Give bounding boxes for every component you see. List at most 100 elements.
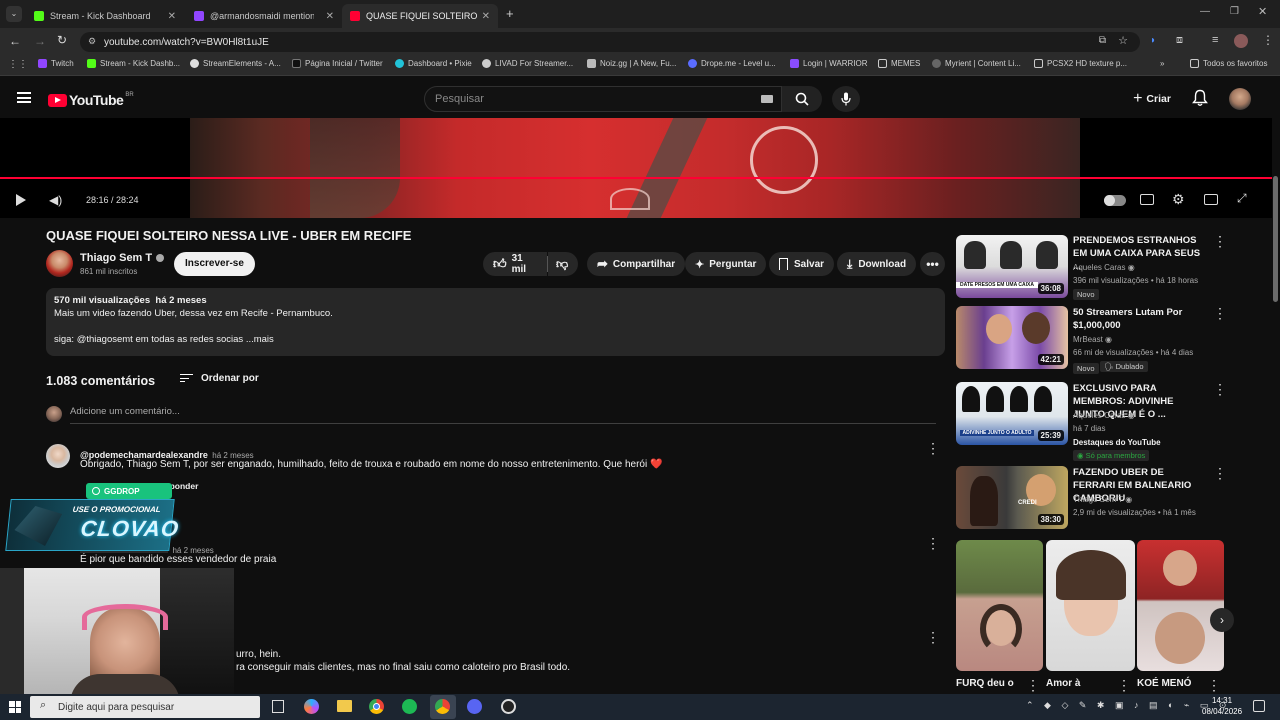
keyboard-icon[interactable] — [761, 95, 773, 103]
description-box[interactable]: 570 mil visualizações há 2 meses Mais um… — [46, 288, 945, 356]
channel-name[interactable]: Thiago Sem T — [80, 252, 165, 264]
install-icon[interactable]: ⧉ — [1099, 35, 1106, 46]
channel-avatar[interactable] — [46, 250, 73, 277]
comment-avatar[interactable] — [46, 444, 70, 468]
scrollbar-thumb[interactable] — [1273, 176, 1278, 302]
chrome-active-icon[interactable] — [430, 695, 456, 719]
short-thumbnail[interactable] — [1046, 540, 1135, 671]
related-thumbnail[interactable]: CREDI 38:30 — [956, 466, 1068, 529]
close-icon[interactable]: ✕ — [482, 11, 490, 22]
clock-time[interactable]: 14:31 — [1212, 696, 1232, 705]
clock-date[interactable]: 08/04/2026 — [1202, 707, 1242, 716]
reading-list-icon[interactable]: ≡ — [1212, 34, 1218, 46]
new-tab-button[interactable]: + — [506, 6, 514, 21]
short-menu-icon[interactable]: ⋮ — [1207, 678, 1221, 692]
related-thumbnail[interactable]: DATE PRESOS EM UMA CAIXA 36:08 — [956, 235, 1068, 298]
related-title[interactable]: 50 Streamers Lutam Por $1,000,000 — [1073, 306, 1208, 332]
save-button[interactable]: Salvar — [769, 252, 835, 276]
short-title[interactable]: KOÉ MENÓ — [1137, 678, 1191, 689]
related-channel[interactable]: Thiago Sem T ◉ — [1073, 495, 1132, 504]
file-explorer-icon[interactable] — [337, 700, 352, 712]
tab-twitch-mention[interactable]: @armandosmaidi mentione ✕ — [186, 4, 342, 28]
bookmark-twitch[interactable]: Twitch — [38, 59, 74, 68]
related-menu-icon[interactable]: ⋮ — [1213, 234, 1227, 248]
chrome-icon[interactable] — [369, 699, 384, 714]
discord-icon[interactable] — [467, 699, 482, 714]
create-button[interactable]: + Criar — [1126, 86, 1178, 112]
search-button[interactable] — [782, 86, 822, 112]
short-thumbnail[interactable] — [1137, 540, 1224, 671]
related-menu-icon[interactable]: ⋮ — [1213, 382, 1227, 396]
bookmark-twitter[interactable]: Página Inicial / Twitter — [292, 59, 383, 68]
bookmark-memes-folder[interactable]: MEMES — [878, 59, 920, 68]
task-view-icon[interactable] — [272, 700, 284, 713]
play-icon[interactable] — [16, 194, 26, 206]
account-avatar[interactable] — [1229, 88, 1251, 110]
subtitles-icon[interactable] — [1140, 194, 1154, 205]
related-channel[interactable]: MrBeast ◉ — [1073, 335, 1112, 344]
add-comment-input[interactable]: Adicione um comentário... — [70, 406, 936, 424]
copilot-icon[interactable] — [304, 699, 319, 714]
notifications-bell-icon[interactable] — [1192, 89, 1208, 112]
bookmark-livad[interactable]: LIVAD For Streamer... — [482, 59, 573, 68]
related-thumbnail[interactable]: 42:21 — [956, 306, 1068, 369]
related-thumbnail[interactable]: ADIVINHE JUNTO O ADULTO 25:39 — [956, 382, 1068, 445]
short-menu-icon[interactable]: ⋮ — [1117, 678, 1131, 692]
related-menu-icon[interactable]: ⋮ — [1213, 466, 1227, 480]
comment-menu-icon[interactable]: ⋮ — [926, 441, 940, 455]
spotify-icon[interactable] — [402, 699, 417, 714]
volume-icon[interactable]: ◀) — [49, 193, 62, 207]
bookmark-warrior[interactable]: Login | WARRIOR — [790, 59, 867, 68]
youtube-logo[interactable]: YouTube BR — [48, 92, 134, 108]
restore-icon[interactable]: ❐ — [1230, 6, 1239, 17]
autoplay-toggle[interactable] — [1104, 195, 1126, 206]
page-scrollbar[interactable] — [1272, 118, 1280, 694]
bookmark-pixie[interactable]: Dashboard • Pixie — [395, 59, 472, 68]
comment-menu-icon[interactable]: ⋮ — [926, 536, 940, 550]
bookmark-myrient[interactable]: Myrient | Content Li... — [932, 59, 1021, 68]
bookmark-drope[interactable]: Drope.me - Level u... — [688, 59, 776, 68]
short-thumbnail[interactable] — [956, 540, 1043, 671]
obs-icon[interactable] — [501, 699, 516, 714]
related-channel[interactable]: Aqueles Caras ◉ — [1073, 263, 1135, 272]
tab-youtube-video[interactable]: QUASE FIQUEI SOLTEIRO NESSA ✕ — [342, 4, 498, 28]
bookmark-streamelements[interactable]: StreamElements - A... — [190, 59, 281, 68]
voice-search-button[interactable] — [832, 86, 860, 112]
notifications-icon[interactable] — [1253, 700, 1265, 712]
related-menu-icon[interactable]: ⋮ — [1213, 306, 1227, 320]
extension-icon[interactable]: ◗ — [1150, 35, 1162, 47]
sort-comments-button[interactable]: Ordenar por — [180, 373, 259, 384]
close-icon[interactable]: ✕ — [168, 11, 176, 22]
puzzle-icon[interactable]: ⧈ — [1176, 34, 1183, 47]
short-title[interactable]: FURQ deu o — [956, 678, 1014, 689]
short-menu-icon[interactable]: ⋮ — [1026, 678, 1040, 692]
comment-menu-icon[interactable]: ⋮ — [926, 630, 940, 644]
back-icon[interactable]: ← — [9, 34, 21, 48]
progress-bar[interactable] — [0, 177, 1280, 179]
shorts-next-button[interactable]: › — [1210, 608, 1234, 632]
window-close-icon[interactable]: ✕ — [1258, 5, 1267, 18]
hamburger-menu-icon[interactable] — [17, 92, 31, 103]
dislike-button[interactable]: 👎︎ — [548, 252, 578, 276]
like-button[interactable]: 👍︎ 31 mil — [483, 252, 547, 276]
minimize-icon[interactable]: — — [1200, 6, 1210, 17]
more-actions-button[interactable]: ••• — [920, 252, 945, 276]
subscribe-button[interactable]: Inscrever-se — [174, 252, 255, 276]
reload-icon[interactable]: ↻ — [57, 33, 67, 47]
close-icon[interactable]: ✕ — [326, 11, 334, 22]
tab-search-button[interactable]: ⌄ — [6, 6, 22, 22]
search-input[interactable]: Pesquisar — [424, 86, 782, 112]
browser-menu-icon[interactable]: ⋮ — [1262, 33, 1274, 47]
bookmark-kick[interactable]: Stream - Kick Dashb... — [87, 59, 180, 68]
site-info-icon[interactable]: ⚙ — [88, 36, 96, 47]
address-bar[interactable]: ⚙ youtube.com/watch?v=BW0Hl8t1uJE ⧉ ☆ — [80, 32, 1140, 52]
more-bookmarks-icon[interactable]: » — [1160, 59, 1164, 68]
miniplayer-icon[interactable] — [1204, 194, 1218, 205]
bookmark-pcsx2-folder[interactable]: PCSX2 HD texture p... — [1034, 59, 1127, 68]
related-channel[interactable]: Aqueles Caras ◉ — [1073, 411, 1135, 420]
windows-start-icon[interactable] — [9, 701, 21, 713]
settings-gear-icon[interactable]: ⚙ — [1172, 191, 1185, 208]
fullscreen-icon[interactable]: ⤢ — [1237, 191, 1247, 206]
download-button[interactable]: ⤓ Download — [837, 252, 917, 276]
video-player[interactable]: ◀) 28:16 / 28:24 ⚙ ⤢ — [0, 118, 1280, 218]
